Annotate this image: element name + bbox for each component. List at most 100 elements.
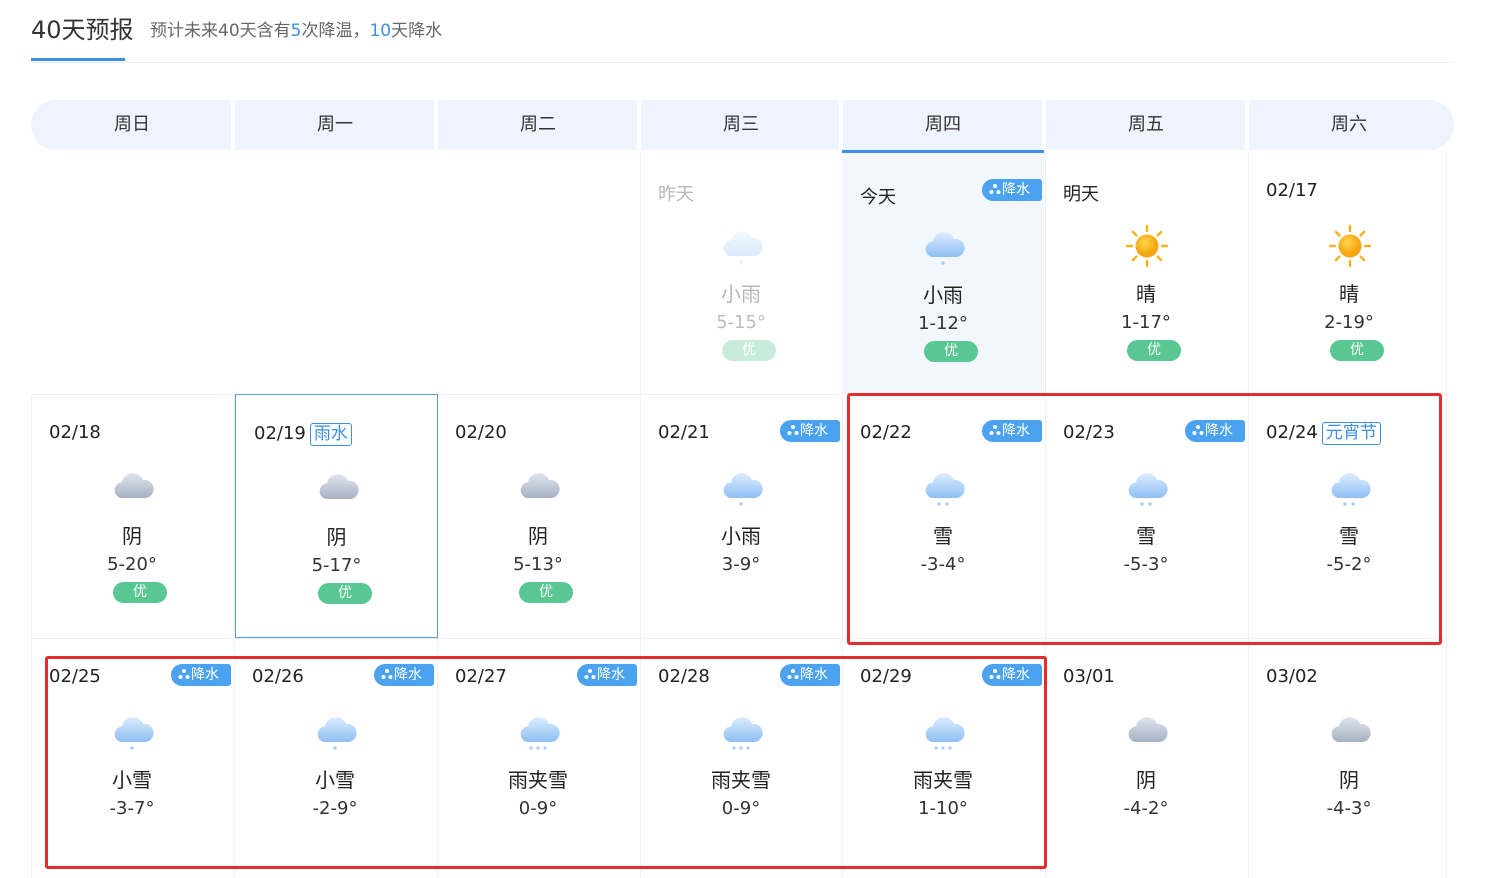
summary-prefix: 预计未来40天含有 [150, 21, 291, 41]
weather-condition: 阴 [1136, 768, 1156, 792]
day-date-row: 03/01 [1063, 666, 1115, 687]
precip-badge: 降水 [780, 664, 840, 686]
temperature-range: 5-13° [513, 554, 563, 575]
day-cell[interactable]: 02/28 降水 雨夹雪 0-9° [640, 638, 842, 878]
light-rain-icon [720, 466, 764, 510]
day-date: 03/02 [1266, 666, 1318, 687]
active-tab-indicator [31, 58, 125, 61]
precip-badge-label: 降水 [800, 667, 828, 683]
temperature-range: 1-10° [918, 798, 968, 819]
temperature-range: 2-19° [1324, 312, 1374, 333]
day-cell[interactable]: 02/20 阴 5-13° 优 [437, 394, 639, 638]
air-quality-badge: 优 [318, 583, 372, 604]
weather-condition: 阴 [122, 524, 142, 548]
day-cell[interactable]: 02/25 降水 小雪 -3-7° [31, 638, 233, 878]
air-quality-badge: 优 [722, 340, 776, 361]
festival-badge: 元宵节 [1321, 422, 1381, 445]
day-cell[interactable]: 02/29 降水雨夹雪 1-10° [842, 638, 1044, 878]
temperature-range: -3-4° [920, 554, 966, 575]
day-date-row: 明天 [1063, 180, 1099, 206]
day-date-row: 昨天 [658, 180, 694, 206]
precip-badge: 降水 [982, 179, 1042, 201]
day-date-row: 02/23 [1063, 422, 1115, 443]
precip-count: 10 [369, 21, 392, 41]
day-date-row: 02/19 雨水 [254, 423, 352, 446]
precip-badge-label: 降水 [1002, 667, 1030, 683]
precip-badge: 降水 [577, 664, 637, 686]
day-cell[interactable]: 02/19 雨水阴 5-17° 优 [235, 394, 438, 638]
temperature-range: 0-9° [518, 798, 558, 819]
weather-condition: 小雨 [721, 282, 761, 306]
day-cell[interactable]: 02/27 降水 雨夹雪 0-9° [437, 638, 639, 878]
temperature-range: 1-12° [918, 313, 968, 334]
weekday-label: 周日 [114, 114, 150, 135]
day-date: 02/18 [49, 422, 101, 443]
overcast-icon [111, 466, 155, 510]
day-date: 02/21 [658, 422, 710, 443]
day-date: 02/27 [455, 666, 507, 687]
day-date: 02/23 [1063, 422, 1115, 443]
sleet-icon [517, 710, 561, 754]
weather-condition: 雪 [1339, 524, 1359, 548]
temperature-range: 1-17° [1121, 312, 1171, 333]
sleet-icon [720, 710, 764, 754]
precip-badge-label: 降水 [1205, 423, 1233, 439]
precip-badge-label: 降水 [1002, 423, 1030, 439]
day-date-row: 02/20 [455, 422, 507, 443]
day-cell[interactable]: 02/26 降水 小雪 -2-9° [234, 638, 436, 878]
temperature-range: -2-9° [312, 798, 358, 819]
day-date-row: 02/29 [860, 666, 912, 687]
precip-badge-label: 降水 [394, 667, 422, 683]
weekday-separator [231, 100, 235, 150]
day-date-row: 今天 [860, 183, 896, 209]
weather-condition: 阴 [1339, 768, 1359, 792]
air-quality-badge: 优 [924, 341, 978, 362]
day-cell[interactable]: 今天 降水 小雨 1-12° 优 [842, 150, 1044, 394]
temperature-range: -4-2° [1123, 798, 1169, 819]
snow-icon [1125, 466, 1169, 510]
overcast-icon [316, 467, 360, 511]
day-cell[interactable]: 昨天小雨 5-15° 优 [640, 152, 842, 394]
day-date: 02/20 [455, 422, 507, 443]
weekday-separator [1245, 100, 1249, 150]
day-date: 02/28 [658, 666, 710, 687]
day-date: 明天 [1063, 184, 1099, 205]
page-title[interactable]: 40天预报 [31, 10, 134, 45]
day-cell[interactable]: 03/01 阴 -4-2° [1045, 638, 1247, 878]
light-snow-icon [314, 710, 358, 754]
day-cell[interactable]: 02/24 元宵节雪 -5-2° [1248, 394, 1450, 638]
weather-condition: 雪 [933, 524, 953, 548]
sleet-icon [922, 710, 966, 754]
day-cell[interactable]: 明天晴 1-17° 优 [1045, 152, 1247, 394]
day-cell[interactable]: 02/21 降水 小雨 3-9° [640, 394, 842, 638]
weather-condition: 雨夹雪 [913, 768, 973, 792]
overcast-icon [517, 466, 561, 510]
weather-condition: 晴 [1339, 282, 1359, 306]
day-date-row: 02/17 [1266, 180, 1318, 201]
weather-condition: 小雪 [315, 768, 355, 792]
temperature-range: -5-3° [1123, 554, 1169, 575]
day-date-row: 02/21 [658, 422, 710, 443]
weekday-label: 周五 [1128, 114, 1164, 135]
cooling-count: 5 [290, 21, 302, 41]
day-cell[interactable]: 02/18 阴 5-20° 优 [31, 394, 233, 638]
temperature-range: -3-7° [109, 798, 155, 819]
temperature-range: 5-20° [107, 554, 157, 575]
day-cell[interactable]: 02/23 降水雪 -5-3° [1045, 394, 1247, 638]
day-date: 03/01 [1063, 666, 1115, 687]
weather-condition: 阴 [326, 525, 347, 549]
day-cell[interactable]: 02/22 降水雪 -3-4° [842, 394, 1044, 638]
weekday-header: 周日 周一 周二 周三 周四 周五 周六 [31, 100, 1454, 150]
temperature-range: 5-15° [716, 312, 766, 333]
day-date: 02/17 [1266, 180, 1318, 201]
temperature-range: 0-9° [721, 798, 761, 819]
day-date-row: 03/02 [1266, 666, 1318, 687]
day-cell[interactable]: 02/17 晴 2-19° 优 [1248, 152, 1450, 394]
summary-middle: 次降温， [301, 21, 370, 41]
day-date: 02/29 [860, 666, 912, 687]
day-cell[interactable]: 03/02 阴 -4-3° [1248, 638, 1450, 878]
air-quality-badge: 优 [1127, 340, 1181, 361]
weekday-separator [1042, 100, 1046, 150]
temperature-range: 3-9° [721, 554, 761, 575]
weekday-separator [839, 100, 843, 150]
